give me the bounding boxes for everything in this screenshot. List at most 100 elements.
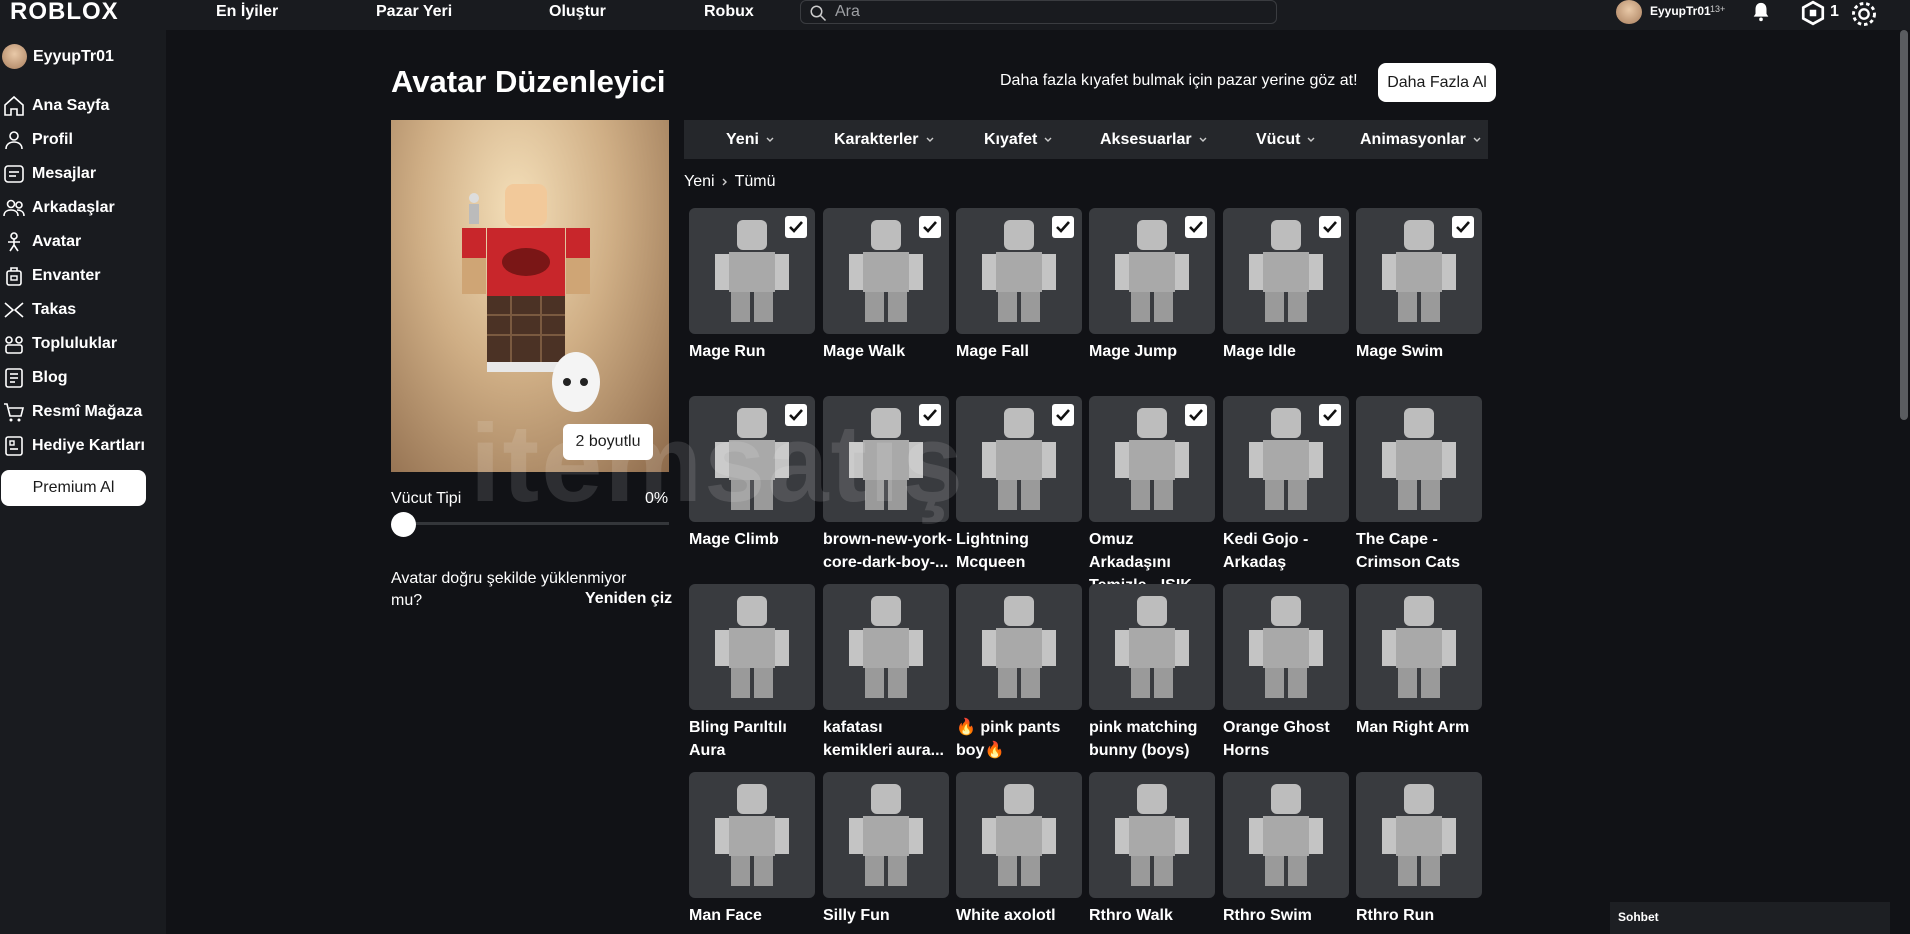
chevron-down-icon bbox=[1473, 137, 1481, 142]
item-name[interactable]: kafatası kemikleri aura... bbox=[823, 716, 953, 762]
item-thumbnail[interactable] bbox=[956, 396, 1082, 522]
sidebar-item-blog[interactable]: Blog bbox=[2, 366, 68, 390]
checkbox-checked[interactable] bbox=[785, 216, 807, 238]
premium-button[interactable]: Premium Al bbox=[1, 470, 146, 506]
roblox-logo[interactable]: ROBLOX bbox=[10, 0, 119, 24]
checkbox-checked[interactable] bbox=[1052, 404, 1074, 426]
item-name[interactable]: Mage Walk bbox=[823, 340, 953, 363]
nav-link-charts[interactable]: En İyiler bbox=[216, 3, 278, 21]
item-name[interactable]: Mage Climb bbox=[689, 528, 819, 551]
item-name[interactable]: Kedi Gojo - Arkadaş bbox=[1223, 528, 1353, 574]
checkbox-checked[interactable] bbox=[919, 216, 941, 238]
item-name[interactable]: Man Face bbox=[689, 904, 819, 927]
item-thumbnail[interactable] bbox=[1223, 772, 1349, 898]
item-name[interactable]: Mage Idle bbox=[1223, 340, 1353, 363]
sidebar-item-communities[interactable]: Topluluklar bbox=[2, 332, 117, 356]
checkbox-checked[interactable] bbox=[1185, 404, 1207, 426]
item-thumbnail[interactable] bbox=[956, 584, 1082, 710]
tab-characters[interactable]: Karakterler bbox=[834, 131, 935, 149]
nav-avatar[interactable] bbox=[1616, 0, 1642, 24]
tab-new[interactable]: Yeni bbox=[726, 131, 775, 149]
item-name[interactable]: pink matching bunny (boys) bbox=[1089, 716, 1219, 762]
sidebar-item-avatar[interactable]: Avatar bbox=[2, 230, 81, 254]
item-name[interactable]: Rthro Run bbox=[1356, 904, 1486, 927]
item-thumbnail[interactable] bbox=[823, 208, 949, 334]
checkbox-checked[interactable] bbox=[1452, 216, 1474, 238]
tab-body[interactable]: Vücut bbox=[1256, 131, 1316, 149]
sidebar-item-official-store[interactable]: Resmî Mağaza bbox=[2, 400, 142, 424]
tab-accessories[interactable]: Aksesuarlar bbox=[1100, 131, 1208, 149]
item-name[interactable]: Rthro Walk bbox=[1089, 904, 1219, 927]
scrollbar[interactable] bbox=[1900, 30, 1908, 420]
nav-username[interactable]: EyyupTr01 bbox=[1650, 4, 1711, 18]
cart-icon bbox=[4, 403, 25, 422]
item-thumbnail[interactable] bbox=[1089, 772, 1215, 898]
breadcrumb-new[interactable]: Yeni bbox=[684, 173, 715, 191]
item-thumbnail[interactable] bbox=[1223, 396, 1349, 522]
item-thumbnail[interactable] bbox=[823, 584, 949, 710]
nav-link-marketplace[interactable]: Pazar Yeri bbox=[376, 3, 452, 21]
item-thumbnail[interactable] bbox=[1356, 208, 1482, 334]
checkbox-checked[interactable] bbox=[1185, 216, 1207, 238]
sidebar-item-profile[interactable]: Profil bbox=[2, 128, 73, 152]
sidebar-item-friends[interactable]: Arkadaşlar bbox=[2, 196, 115, 220]
sidebar-item-inventory[interactable]: Envanter bbox=[2, 264, 100, 288]
redraw-button[interactable]: Yeniden çiz bbox=[585, 590, 672, 608]
item-thumbnail[interactable] bbox=[1356, 584, 1482, 710]
nav-link-robux[interactable]: Robux bbox=[704, 3, 754, 21]
item-thumbnail[interactable] bbox=[1223, 584, 1349, 710]
sidebar-item-trade[interactable]: Takas bbox=[2, 298, 76, 322]
bell-icon[interactable] bbox=[1750, 0, 1772, 24]
category-tabs: Yeni Karakterler Kıyafet Aksesuarlar Vüc… bbox=[684, 120, 1488, 159]
item-name[interactable]: brown-new-york-core-dark-boy-... bbox=[823, 528, 953, 574]
item-name[interactable]: Rthro Swim bbox=[1223, 904, 1353, 927]
item-thumbnail[interactable] bbox=[1089, 208, 1215, 334]
item-name[interactable]: Mage Jump bbox=[1089, 340, 1219, 363]
item-thumbnail[interactable] bbox=[823, 772, 949, 898]
sidebar-item-label: Avatar bbox=[32, 233, 82, 250]
item-name[interactable]: Bling Parıltılı Aura bbox=[689, 716, 819, 762]
checkbox-checked[interactable] bbox=[1319, 216, 1341, 238]
tab-label: Yeni bbox=[726, 131, 759, 148]
tab-animations[interactable]: Animasyonlar bbox=[1360, 131, 1482, 149]
checkbox-checked[interactable] bbox=[1319, 404, 1341, 426]
item-thumbnail[interactable] bbox=[956, 208, 1082, 334]
sidebar: EyyupTr01 Ana Sayfa Profil Mesajlar Arka… bbox=[0, 30, 166, 934]
home-icon bbox=[4, 95, 24, 116]
search-input[interactable]: Ara bbox=[800, 0, 1277, 24]
sidebar-item-home[interactable]: Ana Sayfa bbox=[2, 94, 109, 118]
sidebar-item-messages[interactable]: Mesajlar bbox=[2, 162, 96, 186]
item-name[interactable]: Orange Ghost Horns bbox=[1223, 716, 1353, 762]
item-thumbnail[interactable] bbox=[689, 772, 815, 898]
item-figure-icon bbox=[1382, 784, 1456, 886]
item-name[interactable]: Mage Run bbox=[689, 340, 819, 363]
chat-button[interactable]: Sohbet bbox=[1610, 902, 1890, 934]
item-name[interactable]: 🔥 pink pants boy🔥 bbox=[956, 716, 1086, 762]
avatar bbox=[2, 44, 27, 69]
item-name[interactable]: Man Right Arm bbox=[1356, 716, 1486, 739]
tab-clothing[interactable]: Kıyafet bbox=[984, 131, 1053, 149]
checkbox-checked[interactable] bbox=[1052, 216, 1074, 238]
item-thumbnail[interactable] bbox=[1356, 396, 1482, 522]
gear-icon[interactable] bbox=[1850, 0, 1878, 28]
item-thumbnail[interactable] bbox=[1089, 584, 1215, 710]
item-thumbnail[interactable] bbox=[689, 208, 815, 334]
sidebar-user[interactable]: EyyupTr01 bbox=[2, 44, 114, 69]
item-thumbnail[interactable] bbox=[1356, 772, 1482, 898]
item-thumbnail[interactable] bbox=[689, 584, 815, 710]
item-name[interactable]: White axolotl bbox=[956, 904, 1086, 927]
item-name[interactable]: Lightning Mcqueen bbox=[956, 528, 1086, 574]
get-more-button[interactable]: Daha Fazla Al bbox=[1378, 63, 1496, 102]
item-thumbnail[interactable] bbox=[1223, 208, 1349, 334]
item-thumbnail[interactable] bbox=[1089, 396, 1215, 522]
item-name[interactable]: Mage Fall bbox=[956, 340, 1086, 363]
robux-icon[interactable] bbox=[1800, 0, 1826, 26]
messages-icon bbox=[4, 165, 24, 183]
nav-link-create[interactable]: Oluştur bbox=[549, 3, 606, 21]
sidebar-item-gift-cards[interactable]: Hediye Kartları bbox=[2, 434, 145, 458]
item-name[interactable]: Mage Swim bbox=[1356, 340, 1486, 363]
item-name[interactable]: The Cape - Crimson Cats bbox=[1356, 528, 1486, 574]
slider-thumb[interactable] bbox=[391, 512, 416, 537]
item-name[interactable]: Silly Fun bbox=[823, 904, 953, 927]
item-thumbnail[interactable] bbox=[956, 772, 1082, 898]
